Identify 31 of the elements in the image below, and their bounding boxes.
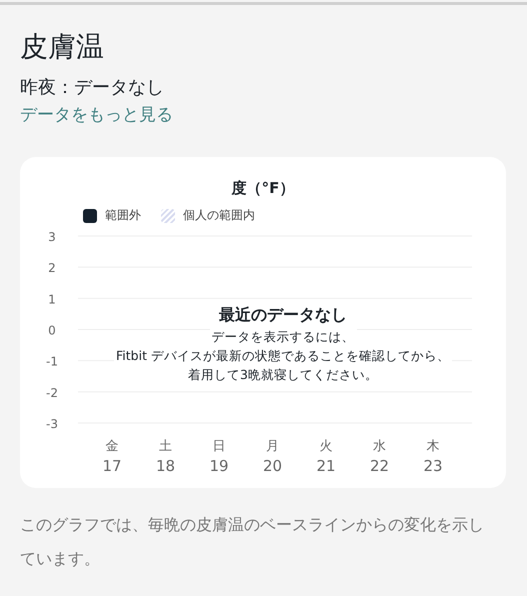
day-label: 火 xyxy=(320,439,332,454)
legend-hatched-swatch-icon xyxy=(161,208,175,222)
date-label: 20 xyxy=(262,457,282,475)
date-label: 23 xyxy=(423,457,443,475)
date-label: 18 xyxy=(156,457,176,475)
day-label: 金 xyxy=(106,439,118,454)
legend-label: 範囲外 xyxy=(105,207,141,224)
date-label: 21 xyxy=(316,457,336,475)
legend-swatch-icon xyxy=(83,208,97,222)
page-title: 皮膚温 xyxy=(20,29,105,65)
date-label: 17 xyxy=(102,457,122,475)
y-tick-label: -2 xyxy=(46,386,58,400)
empty-state-text: データを表示するには、 xyxy=(210,327,356,346)
day-label: 土 xyxy=(159,439,172,454)
more-data-link[interactable]: データをもっと見る xyxy=(20,103,173,127)
chart-description: このグラフでは、毎晩の皮膚温のベースラインからの変化を示しています。 xyxy=(20,514,485,570)
y-tick-label: 2 xyxy=(48,261,56,276)
legend-label: 個人の範囲内 xyxy=(183,207,255,224)
y-tick-label: 1 xyxy=(48,292,56,306)
last-night-status: 昨夜：データなし xyxy=(20,76,165,100)
y-tick-label: 0 xyxy=(48,324,56,338)
day-label: 水 xyxy=(373,439,386,454)
date-label: 19 xyxy=(209,457,229,475)
date-label: 22 xyxy=(370,457,390,475)
day-label: 日 xyxy=(212,439,226,454)
day-label: 木 xyxy=(426,439,440,454)
y-tick-label: -3 xyxy=(46,417,58,431)
day-label: 月 xyxy=(266,439,279,454)
chart-title: 度（°F） xyxy=(230,178,296,199)
y-tick-label: 3 xyxy=(48,230,56,244)
y-tick-label: -1 xyxy=(46,354,58,369)
